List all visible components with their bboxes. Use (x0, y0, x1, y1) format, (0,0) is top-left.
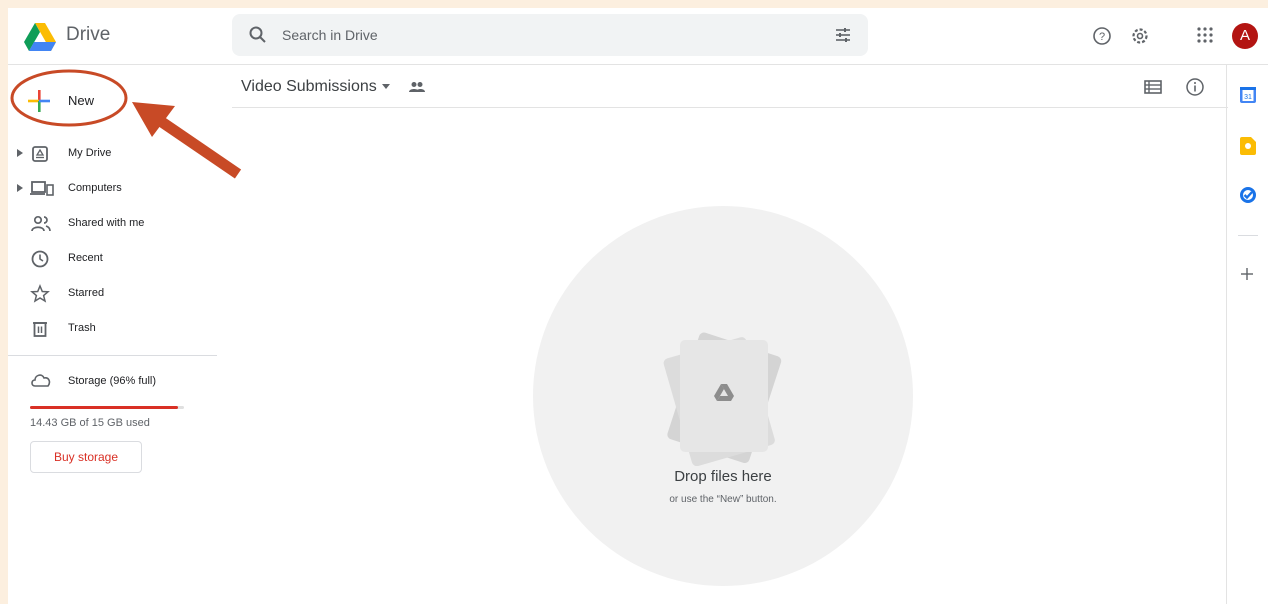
add-addon-plus-icon[interactable] (1240, 267, 1254, 281)
sidebar-divider (8, 355, 217, 356)
empty-folder-illustration-icon (663, 332, 782, 466)
search-input[interactable]: Search in Drive (282, 27, 378, 43)
new-button-label: New (68, 93, 95, 108)
sidebar-item-label: Shared with me (68, 217, 145, 229)
sidebar-item-label: Starred (68, 287, 105, 299)
sidebar-item-trash[interactable]: Trash (8, 312, 224, 346)
buy-storage-button[interactable]: Buy storage (30, 441, 142, 473)
svg-text:?: ? (1099, 31, 1105, 43)
empty-state-title: Drop files here (674, 468, 772, 485)
sidebar-item-my-drive[interactable]: My Drive (8, 137, 224, 171)
apps-grid-icon[interactable] (1196, 26, 1214, 44)
caret-right-icon[interactable] (17, 149, 23, 157)
side-panel-divider (1238, 235, 1258, 236)
folder-menu-caret-icon[interactable] (382, 84, 390, 89)
help-icon[interactable]: ? (1092, 26, 1112, 46)
folder-title[interactable]: Video Submissions (241, 78, 377, 96)
sidebar: New My Drive Computers Shared with me Re… (8, 65, 224, 604)
new-button[interactable]: New (20, 81, 120, 121)
clock-icon (31, 250, 49, 268)
drive-window: Drive Search in Drive ? A New My Drive C… (8, 8, 1268, 604)
my-drive-icon (32, 146, 48, 162)
sidebar-item-label: Trash (68, 322, 96, 334)
tasks-icon[interactable] (1240, 187, 1256, 203)
computers-icon (30, 181, 54, 196)
settings-gear-icon[interactable] (1130, 26, 1150, 46)
sidebar-item-starred[interactable]: Starred (8, 277, 224, 311)
sidebar-item-label: Computers (68, 182, 122, 194)
keep-icon[interactable] (1240, 137, 1256, 155)
sidebar-item-computers[interactable]: Computers (8, 172, 224, 206)
sidebar-item-recent[interactable]: Recent (8, 242, 224, 276)
sidebar-item-label: My Drive (68, 147, 112, 159)
shared-people-icon (31, 215, 51, 232)
folder-toolbar: Video Submissions (232, 65, 1228, 108)
star-icon (30, 284, 50, 303)
drive-logo-icon[interactable] (24, 23, 56, 51)
plus-multicolor-icon (28, 90, 50, 112)
empty-state-subtitle: or use the “New” button. (669, 494, 777, 505)
sidebar-item-label: Recent (68, 252, 103, 264)
account-avatar[interactable]: A (1232, 23, 1258, 49)
side-panel: 31 (1226, 65, 1268, 604)
calendar-icon[interactable]: 31 (1240, 87, 1256, 103)
search-bar[interactable]: Search in Drive (232, 14, 868, 56)
calendar-day: 31 (1244, 94, 1252, 101)
caret-right-icon[interactable] (17, 184, 23, 192)
app-brand[interactable]: Drive (66, 24, 110, 46)
storage-used-text: 14.43 GB of 15 GB used (30, 417, 150, 429)
list-view-icon[interactable] (1144, 79, 1162, 95)
shared-folder-people-icon[interactable] (408, 81, 426, 93)
sidebar-item-shared-with-me[interactable]: Shared with me (8, 207, 224, 241)
info-icon[interactable] (1185, 77, 1205, 97)
search-icon[interactable] (248, 25, 268, 45)
trash-icon (33, 322, 47, 337)
search-options-icon[interactable] (834, 26, 852, 44)
storage-progress-fill (30, 406, 178, 409)
cloud-icon (31, 374, 51, 387)
storage-progress-bar (30, 406, 184, 409)
storage-label[interactable]: Storage (96% full) (68, 375, 156, 387)
top-header: Drive Search in Drive ? A (8, 8, 1268, 65)
